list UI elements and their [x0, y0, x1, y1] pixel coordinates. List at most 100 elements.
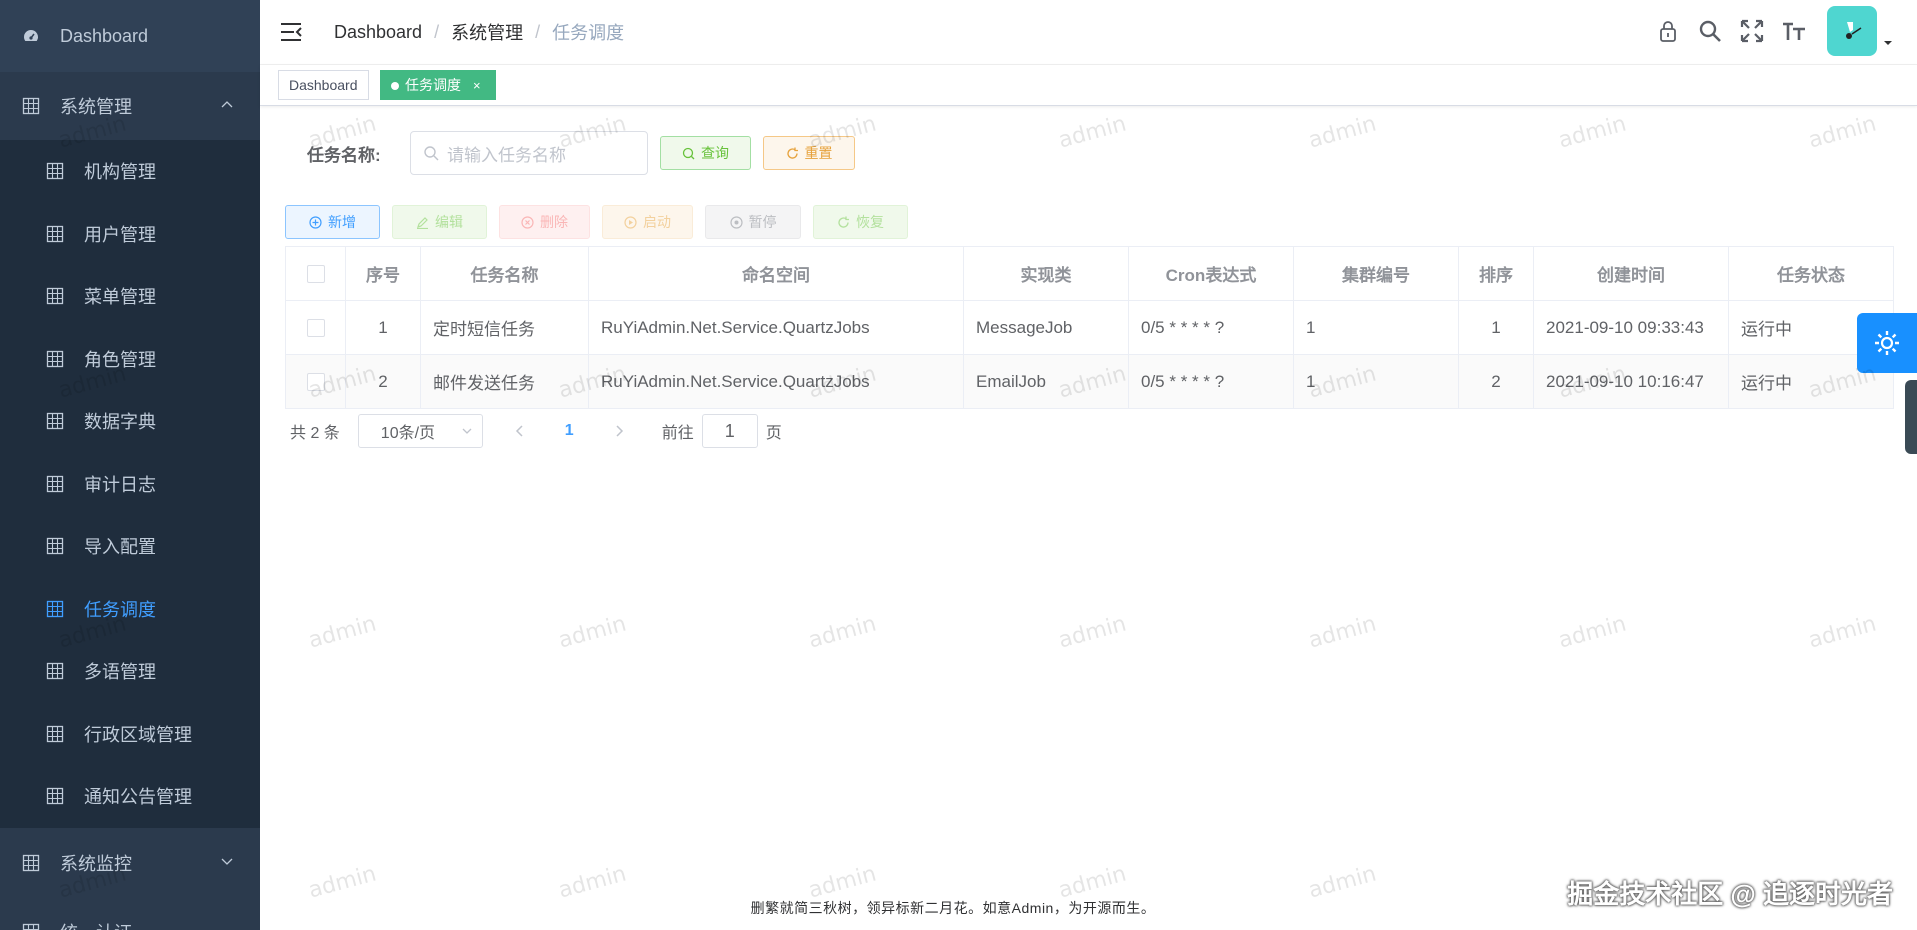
column-header[interactable]: 任务状态: [1728, 246, 1894, 301]
sidebar-item-org[interactable]: 机构管理: [0, 140, 260, 203]
sidebar-item-region[interactable]: 行政区域管理: [0, 703, 260, 766]
sidebar-item-label: 机构管理: [84, 162, 156, 183]
pagination-total: 共 2 条: [290, 425, 340, 442]
column-header[interactable]: 任务名称: [420, 246, 589, 301]
cell-created: 2021-09-10 09:33:43: [1533, 300, 1729, 355]
sidebar-submenu: 机构管理 用户管理 菜单管理 角色管理 数据字典 审计日志 导入配置 任务调度 …: [0, 140, 260, 828]
row-select-cell[interactable]: [285, 300, 346, 355]
sidebar-item-roles[interactable]: 角色管理: [0, 328, 260, 391]
chevron-right-icon[interactable]: [612, 424, 626, 438]
play-circle-icon: [624, 215, 637, 229]
font-size-icon[interactable]: [1781, 18, 1807, 44]
column-header[interactable]: 创建时间: [1533, 246, 1729, 301]
breadcrumb-current: 任务调度: [552, 23, 625, 43]
table-header-row: 序号 任务名称 命名空间 实现类 Cron表达式 集群编号 排序 创建时间 任务…: [285, 246, 1894, 301]
plus-circle-icon: [309, 215, 322, 229]
goto-prefix: 前往: [661, 425, 694, 442]
avatar[interactable]: [1827, 6, 1877, 56]
search-input[interactable]: 请输入任务名称: [410, 131, 648, 175]
row-select-cell[interactable]: [285, 354, 346, 409]
jobs-table: 序号 任务名称 命名空间 实现类 Cron表达式 集群编号 排序 创建时间 任务…: [285, 246, 1894, 409]
sidebar-item-jobs[interactable]: 任务调度: [0, 578, 260, 641]
query-button[interactable]: 查询: [660, 136, 751, 170]
breadcrumb: Dashboard / 系统管理 / 任务调度: [334, 19, 624, 45]
tag-jobs[interactable]: 任务调度 ×: [380, 70, 496, 100]
navbar-actions: [1639, 6, 1893, 56]
table-row[interactable]: 1 定时短信任务 RuYiAdmin.Net.Service.QuartzJob…: [285, 300, 1894, 355]
delete-button[interactable]: 删除: [499, 205, 590, 239]
sidebar-item-label: 行政区域管理: [84, 724, 192, 745]
row-checkbox[interactable]: [306, 373, 325, 392]
caret-down-icon[interactable]: [1883, 38, 1893, 48]
lock-icon[interactable]: [1655, 18, 1681, 44]
pause-label: 暂停: [748, 214, 777, 230]
tag-dashboard[interactable]: Dashboard: [278, 70, 369, 100]
goto-page-input[interactable]: 1: [701, 414, 758, 448]
sidebar-group-label: 系统管理: [60, 97, 132, 117]
breadcrumb-separator: /: [535, 21, 541, 42]
cell-index: 1: [345, 300, 421, 355]
resume-label: 恢复: [856, 214, 884, 230]
pause-button[interactable]: 暂停: [705, 205, 801, 239]
reset-label: 重置: [804, 145, 833, 161]
table-row[interactable]: 2 邮件发送任务 RuYiAdmin.Net.Service.QuartzJob…: [285, 354, 1894, 409]
column-header[interactable]: Cron表达式: [1128, 246, 1294, 301]
sidebar-item-label: Dashboard: [60, 25, 149, 46]
reset-button[interactable]: 重置: [763, 136, 855, 170]
column-header[interactable]: 序号: [345, 246, 421, 301]
cell-cron: 0/5 * * * * ?: [1128, 354, 1294, 409]
resume-button[interactable]: 恢复: [813, 205, 908, 239]
sidebar-item-dict[interactable]: 数据字典: [0, 390, 260, 453]
column-header[interactable]: 实现类: [963, 246, 1129, 301]
row-checkbox[interactable]: [306, 319, 325, 338]
fullscreen-icon[interactable]: [1739, 18, 1765, 44]
chevron-down-icon: [221, 858, 233, 865]
table-icon: [46, 413, 64, 430]
search-label: 任务名称:: [307, 145, 381, 165]
cell-job-name: 邮件发送任务: [420, 354, 589, 409]
scroll-indicator[interactable]: [1905, 380, 1917, 454]
navbar: Dashboard / 系统管理 / 任务调度: [260, 0, 1917, 65]
sidebar-item-audit[interactable]: 审计日志: [0, 453, 260, 516]
query-label: 查询: [701, 145, 729, 161]
table-icon: [22, 923, 40, 930]
page-size-select[interactable]: 10条/页: [357, 414, 483, 448]
settings-button[interactable]: [1857, 313, 1917, 373]
cell-created: 2021-09-10 10:16:47: [1533, 354, 1729, 409]
chevron-left-icon[interactable]: [513, 424, 527, 438]
sidebar-item-dashboard[interactable]: Dashboard: [0, 0, 260, 72]
avatar-image-icon: [1846, 22, 1862, 39]
page-number-current[interactable]: 1: [565, 422, 574, 440]
refresh-icon: [838, 216, 849, 228]
sidebar-item-label: 菜单管理: [84, 287, 156, 308]
edit-button[interactable]: 编辑: [392, 205, 487, 239]
sidebar-item-notice[interactable]: 通知公告管理: [0, 765, 260, 828]
table-icon: [46, 538, 64, 555]
select-all-checkbox[interactable]: [306, 265, 325, 284]
sidebar-item-menu[interactable]: 菜单管理: [0, 265, 260, 328]
sidebar-group-system[interactable]: 系统管理: [0, 72, 260, 140]
sidebar-group-label: 统一认证: [60, 919, 132, 930]
sidebar-item-label: 数据字典: [84, 412, 156, 433]
sidebar-group-monitor[interactable]: 系统监控: [0, 827, 260, 898]
column-header[interactable]: 命名空间: [588, 246, 964, 301]
breadcrumb-dashboard[interactable]: Dashboard: [334, 22, 422, 43]
add-button[interactable]: 新增: [285, 205, 380, 239]
column-header[interactable]: 集群编号: [1293, 246, 1459, 301]
sidebar-group-auth[interactable]: 统一认证: [0, 897, 260, 930]
cell-cron: 0/5 * * * * ?: [1128, 300, 1294, 355]
refresh-icon: [786, 147, 798, 159]
sidebar-item-i18n[interactable]: 多语管理: [0, 640, 260, 703]
search-icon[interactable]: [1697, 18, 1723, 44]
close-icon[interactable]: ×: [473, 78, 481, 93]
breadcrumb-system[interactable]: 系统管理: [451, 19, 523, 45]
start-button[interactable]: 启动: [602, 205, 693, 239]
hamburger-icon[interactable]: [280, 22, 302, 42]
cell-order: 2: [1458, 354, 1534, 409]
column-header[interactable]: 排序: [1458, 246, 1534, 301]
sidebar-item-import[interactable]: 导入配置: [0, 515, 260, 578]
select-all-cell[interactable]: [285, 246, 346, 301]
page-size-value: 10条/页: [380, 425, 436, 442]
sidebar-item-users[interactable]: 用户管理: [0, 203, 260, 266]
goto-suffix: 页: [765, 425, 782, 442]
